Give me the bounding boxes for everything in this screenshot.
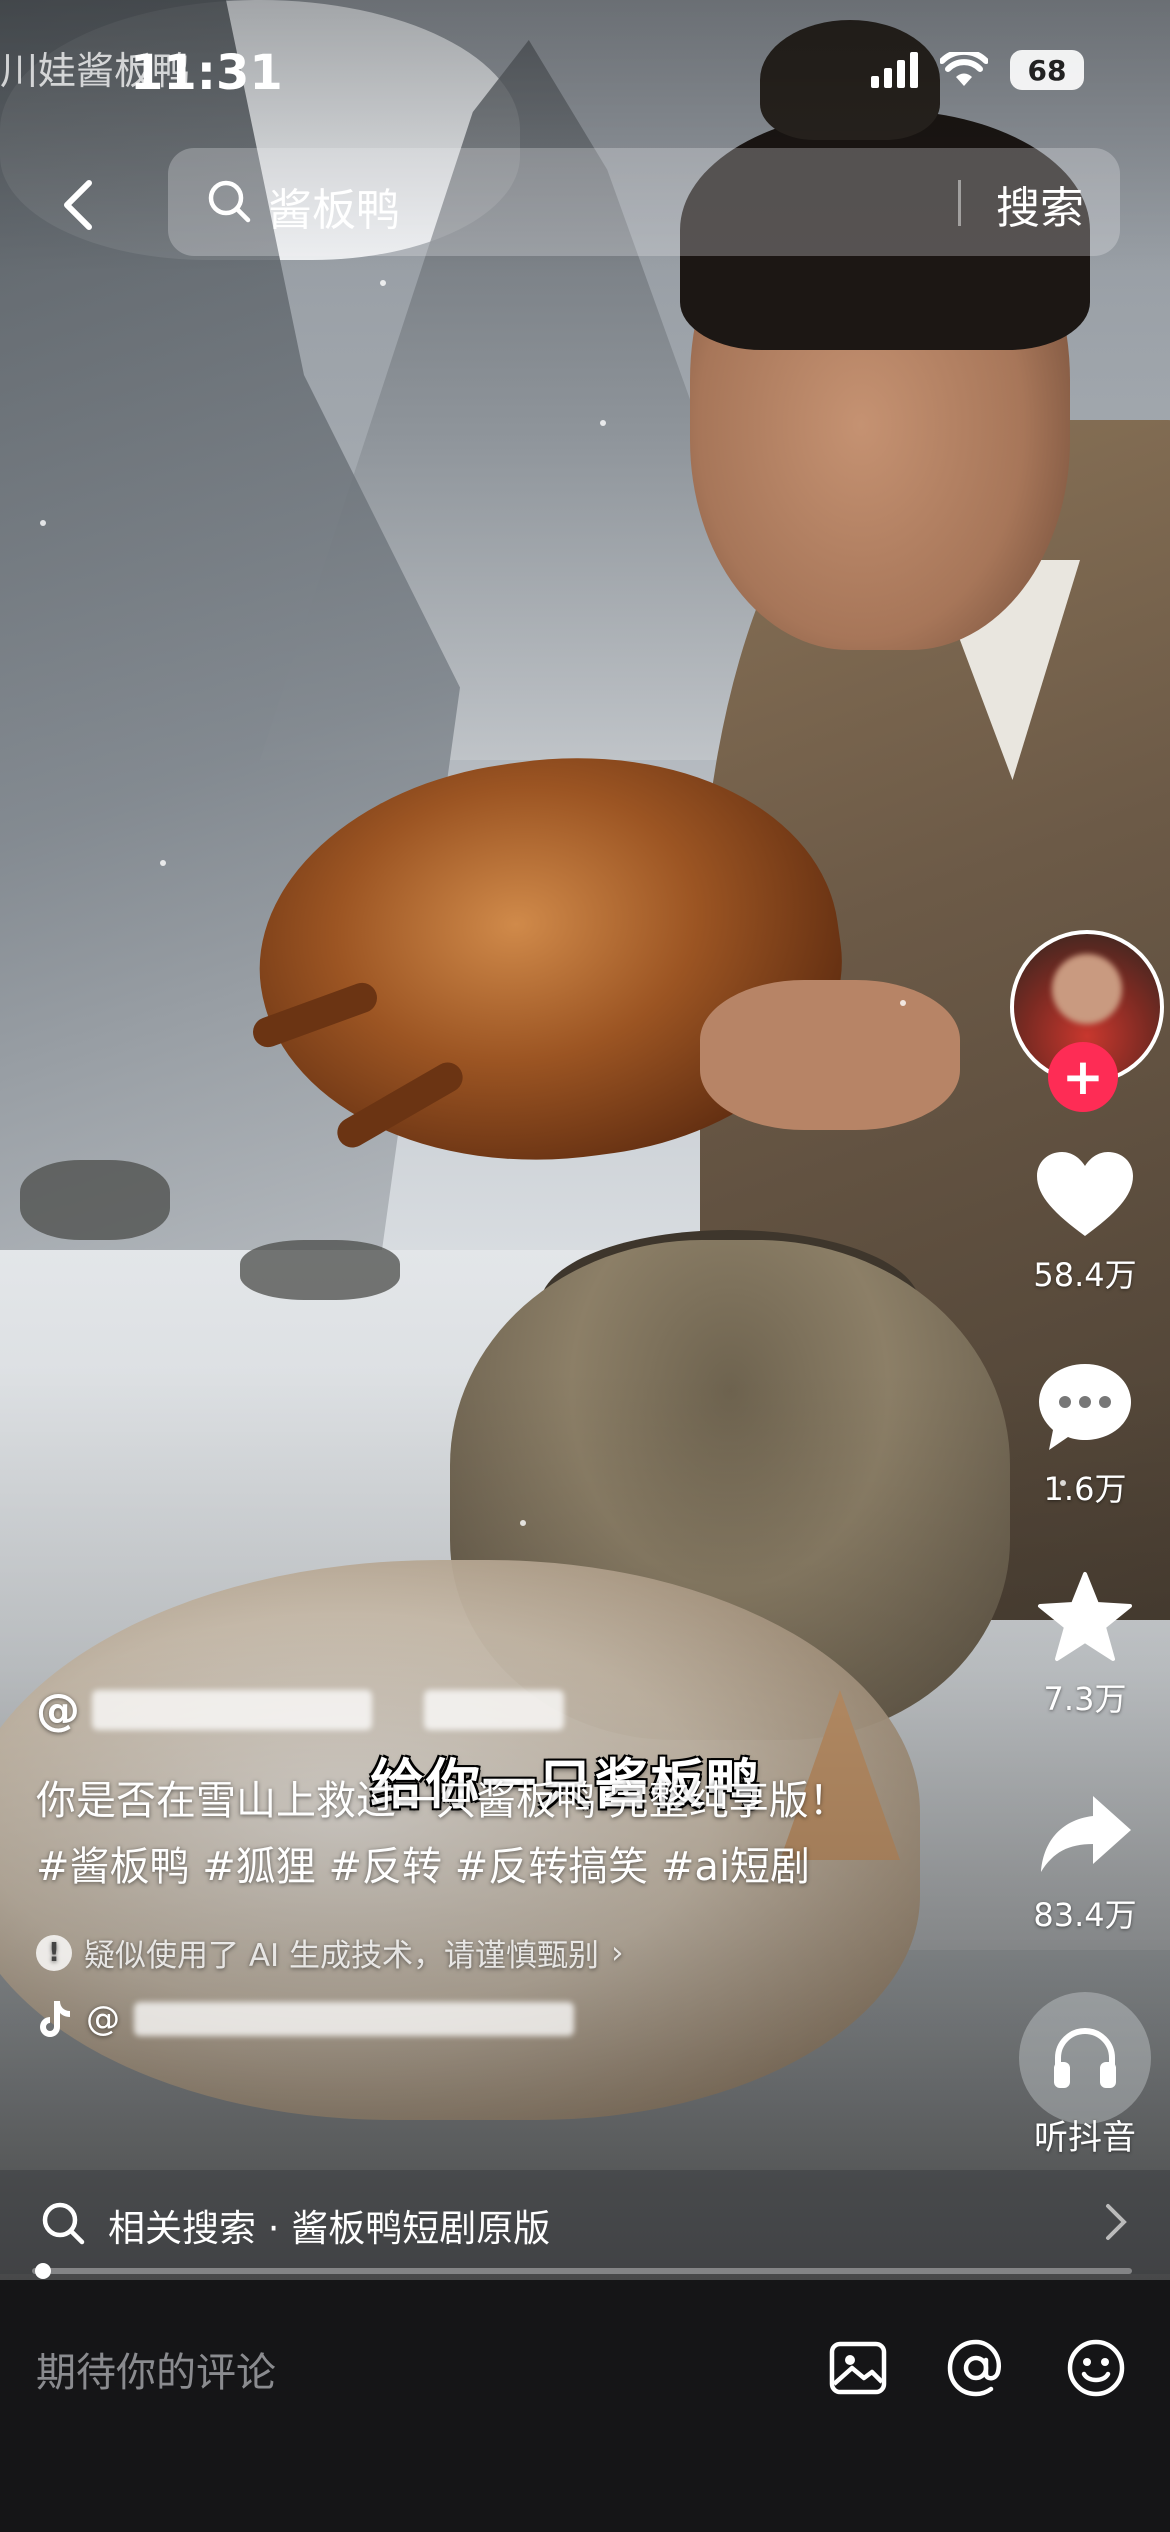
snowflake	[520, 1520, 526, 1526]
snowflake	[160, 860, 166, 866]
back-button[interactable]	[42, 170, 112, 240]
search-query[interactable]: 酱板鸭	[268, 174, 400, 238]
chevron-left-icon	[64, 180, 92, 230]
share-arrow-icon	[1041, 1796, 1131, 1872]
search-icon	[208, 180, 251, 223]
listen-disc	[1019, 1992, 1151, 2124]
emoji-icon[interactable]	[1064, 2336, 1128, 2400]
tiktok-note-icon	[40, 2001, 70, 2037]
image-icon[interactable]	[826, 2336, 890, 2400]
search-icon	[42, 2202, 85, 2245]
favorite-count: 7.3万	[1043, 1680, 1127, 1718]
status-bar: 11:31 68	[0, 0, 1170, 150]
snowflake	[40, 520, 46, 526]
search-bar[interactable]: 酱板鸭 搜索	[168, 148, 1120, 256]
snowflake	[380, 280, 386, 286]
chevron-right-icon: ›	[611, 1934, 624, 1971]
avatar-face-blurred	[1052, 954, 1122, 1024]
related-search-bar[interactable]: 相关搜索 · 酱板鸭短剧原版	[0, 2170, 1170, 2274]
video-progress-bar[interactable]	[32, 2263, 1132, 2279]
comment-input[interactable]: 期待你的评论	[36, 2340, 276, 2398]
share-count: 83.4万	[1033, 1896, 1137, 1934]
author-name-redacted	[92, 1690, 372, 1730]
listen-label: 听抖音	[1034, 2118, 1136, 2158]
comment-count: 1.6万	[1043, 1470, 1127, 1508]
comment-bubble-icon	[1039, 1364, 1131, 1450]
share-action[interactable]: 83.4万	[1000, 1790, 1170, 1936]
plus-icon: +	[1062, 1048, 1104, 1106]
music-info[interactable]: @	[36, 1999, 916, 2039]
ai-notice[interactable]: ! 疑似使用了 AI 生成技术，请谨慎甄别 ›	[36, 1930, 916, 1975]
chevron-right-icon	[1106, 2204, 1127, 2240]
video-caption: @ 你是否在雪山上救过一只酱板鸭 完整纯享版！ #酱板鸭 #狐狸 #反转 #反转…	[36, 1680, 916, 2039]
author-tag-redacted	[424, 1690, 564, 1730]
author-at: @	[36, 1684, 80, 1736]
search-button[interactable]: 搜索	[996, 172, 1084, 236]
ai-notice-text: 疑似使用了 AI 生成技术，请谨慎甄别	[84, 1938, 600, 1974]
like-count: 58.4万	[1033, 1256, 1137, 1294]
listen-action[interactable]: 听抖音	[1000, 1992, 1170, 2159]
headphones-icon	[1054, 2028, 1116, 2088]
battery-icon: 68	[1010, 50, 1084, 90]
music-name-redacted	[134, 2002, 574, 2036]
like-action[interactable]: 58.4万	[1000, 1150, 1170, 1296]
wifi-icon	[940, 52, 988, 86]
top-bar: 酱板鸭 搜索	[0, 148, 1170, 258]
related-search-text: 相关搜索 · 酱板鸭短剧原版	[108, 2207, 551, 2250]
music-at: @	[86, 1999, 120, 2039]
follow-button[interactable]: +	[1048, 1042, 1118, 1112]
video-hashtags[interactable]: #酱板鸭 #狐狸 #反转 #反转搞笑 #ai短剧	[36, 1834, 916, 1900]
signal-icon	[871, 52, 918, 88]
snowflake	[900, 1000, 906, 1006]
video-description: 你是否在雪山上救过一只酱板鸭 完整纯享版！	[36, 1778, 849, 1824]
mention-icon[interactable]	[944, 2336, 1008, 2400]
author-name[interactable]: @	[36, 1680, 916, 1740]
search-divider	[958, 180, 961, 226]
status-indicators: 68	[871, 50, 1084, 90]
snowflake	[600, 420, 606, 426]
star-icon	[1038, 1572, 1132, 1661]
comment-action[interactable]: 1.6万	[1000, 1360, 1170, 1510]
warning-icon: !	[36, 1934, 72, 1971]
progress-handle[interactable]	[35, 2263, 51, 2279]
status-time: 11:31	[130, 45, 283, 101]
comment-bar: 期待你的评论	[0, 2280, 1170, 2532]
heart-icon	[1037, 1152, 1133, 1236]
favorite-action[interactable]: 7.3万	[1000, 1570, 1170, 1720]
